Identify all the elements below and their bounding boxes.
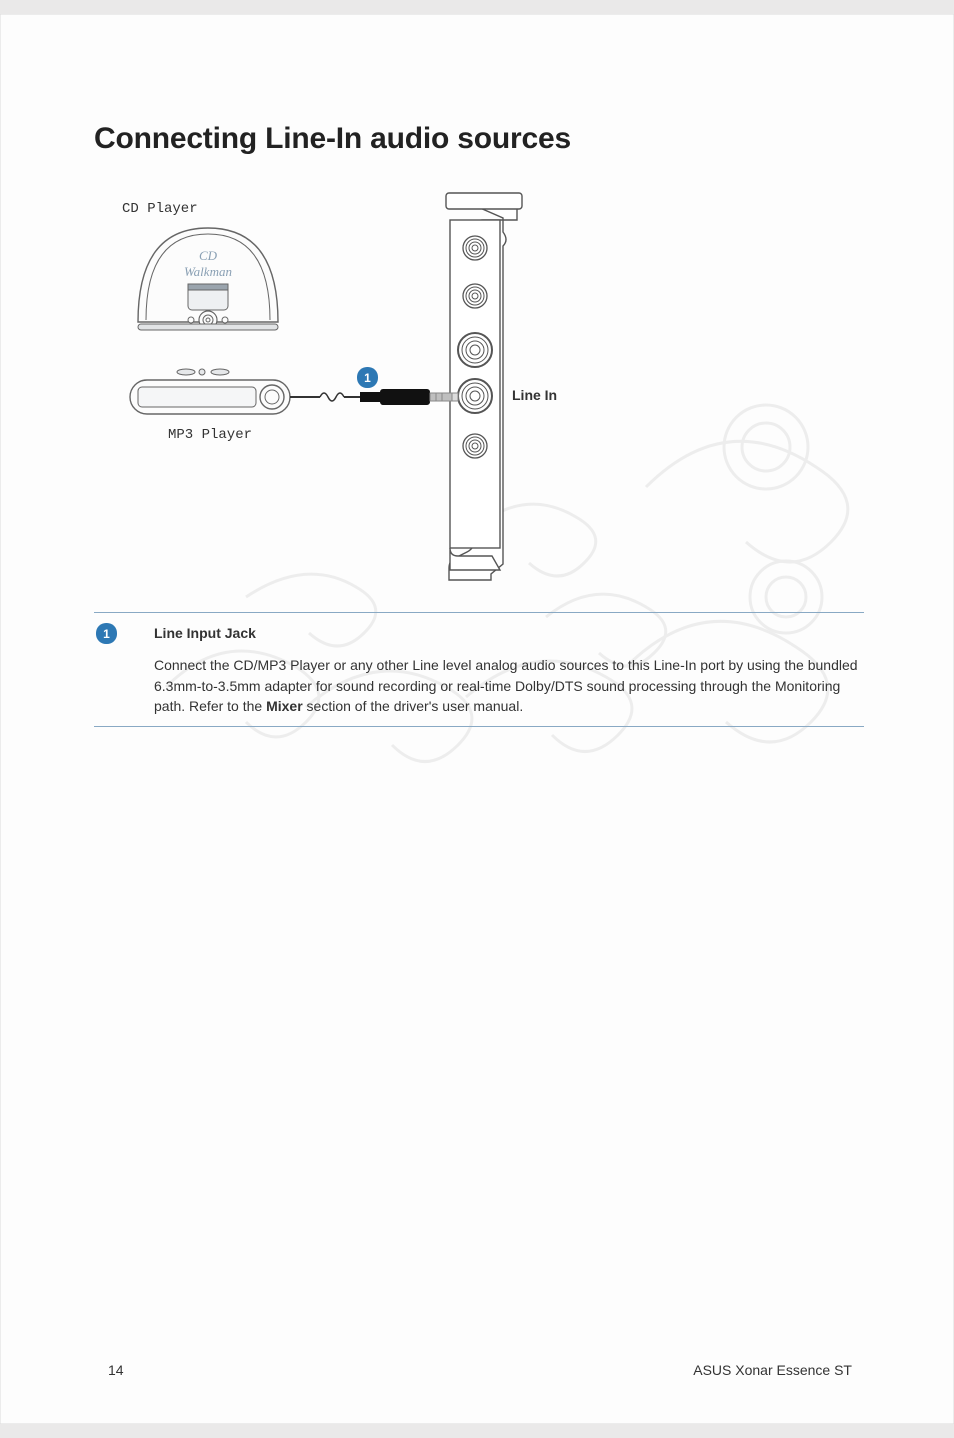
row-body: Connect the CD/MP3 Player or any other L… (154, 657, 858, 714)
description-table: 1 Line Input Jack Connect the CD/MP3 Pla… (94, 612, 864, 727)
svg-text:CD: CD (199, 248, 218, 263)
mp3-player-icon (130, 369, 290, 414)
cd-player-icon: CD Walkman (138, 228, 278, 330)
row-title: Line Input Jack (154, 623, 860, 643)
connection-diagram: CD Player CD Walkman MP3 (94, 192, 864, 582)
audio-cable (290, 389, 458, 405)
table-row: 1 Line Input Jack Connect the CD/MP3 Pla… (94, 613, 864, 727)
page-title: Connecting Line-In audio sources (94, 122, 864, 156)
mp3-player-label: MP3 Player (168, 427, 252, 443)
page-number: 14 (108, 1362, 124, 1378)
cd-player-label: CD Player (122, 201, 198, 217)
diagram-callout-1: 1 (357, 367, 378, 388)
line-in-label: Line In (512, 387, 557, 403)
product-name: ASUS Xonar Essence ST (693, 1362, 852, 1378)
svg-text:Walkman: Walkman (184, 264, 232, 279)
page-content: Connecting Line-In audio sources (94, 122, 864, 727)
page-footer: 14 ASUS Xonar Essence ST (108, 1362, 852, 1378)
diagram-svg: CD Player CD Walkman MP3 (98, 192, 858, 582)
row-number-bubble: 1 (96, 623, 117, 644)
